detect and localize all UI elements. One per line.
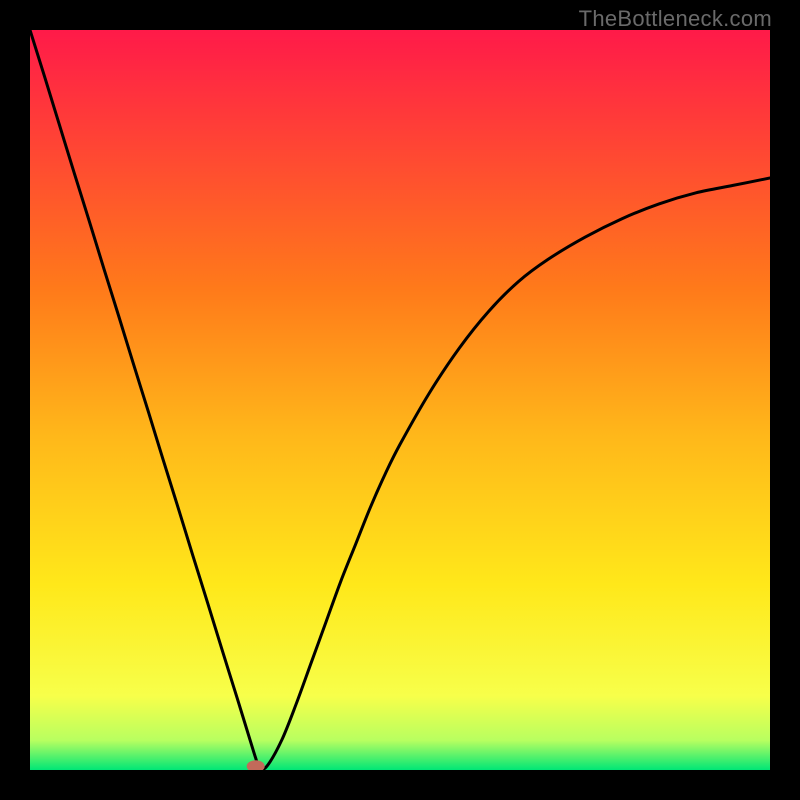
chart-frame: TheBottleneck.com [0,0,800,800]
plot-area [30,30,770,770]
watermark-text: TheBottleneck.com [579,6,772,32]
gradient-background [30,30,770,770]
plot-svg [30,30,770,770]
